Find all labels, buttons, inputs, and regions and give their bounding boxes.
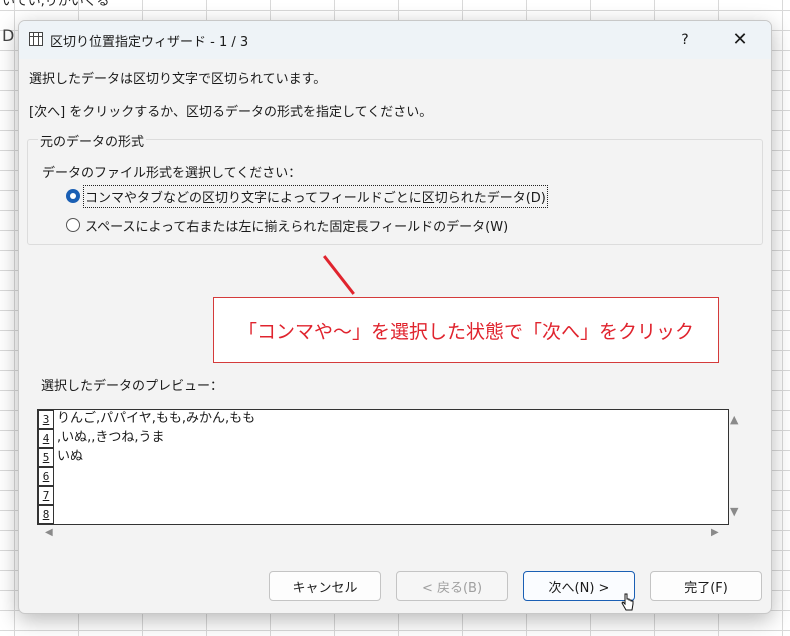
- wizard-app-icon: [29, 32, 43, 46]
- scroll-up-arrow-icon[interactable]: ▲: [730, 413, 738, 426]
- scroll-right-arrow-icon[interactable]: ▶: [711, 527, 719, 538]
- title-bar[interactable]: 区切り位置指定ウィザード - 1 / 3 ? ✕: [19, 21, 771, 59]
- column-header-d[interactable]: D: [2, 26, 14, 45]
- row-text: [54, 486, 57, 505]
- text-to-columns-wizard-dialog: 区切り位置指定ウィザード - 1 / 3 ? ✕ 選択したデータは区切り文字で区…: [18, 20, 772, 614]
- sheet-cell-text: いてい,りかいくる: [2, 0, 110, 9]
- row-text: いぬ: [57, 449, 84, 464]
- preview-label: 選択したデータのプレビュー：: [41, 379, 224, 394]
- cancel-button[interactable]: キャンセル: [269, 571, 381, 601]
- row-number: 7: [38, 486, 54, 505]
- row-text: ,いぬ,,きつね,うま: [57, 430, 165, 445]
- help-button[interactable]: ?: [671, 26, 699, 54]
- row-number: 8: [38, 505, 54, 524]
- callout-pointer-line: [323, 255, 355, 295]
- radio-delimited-label[interactable]: コンマやタブなどの区切り文字によってフィールドごとに区切られたデータ(D): [83, 184, 548, 208]
- preview-row: 7: [38, 486, 57, 505]
- row-number: 5: [38, 448, 54, 467]
- choose-format-label: データのファイル形式を選択してください：: [42, 166, 302, 181]
- row-text: りんご,パパイヤ,もも,みかん,もも: [57, 411, 256, 426]
- annotation-callout: 「コンマや～」を選択した状態で「次へ」をクリック: [213, 297, 719, 363]
- preview-row: 6: [38, 467, 57, 486]
- row-number: 6: [38, 467, 54, 486]
- scroll-left-arrow-icon[interactable]: ◀: [45, 527, 53, 538]
- row-text: [54, 467, 57, 486]
- preview-row: 8: [38, 505, 57, 524]
- scroll-down-arrow-icon[interactable]: ▼: [730, 505, 738, 518]
- row-number: 4: [38, 429, 54, 448]
- row-text: [54, 505, 57, 524]
- intro-text-2: [次へ] をクリックするか、区切るデータの形式を指定してください。: [29, 105, 433, 120]
- preview-row: 5 いぬ: [38, 448, 83, 467]
- row-number: 3: [38, 410, 54, 429]
- preview-row: 4 ,いぬ,,きつね,うま: [38, 429, 165, 448]
- next-button[interactable]: 次へ(N) >: [523, 571, 635, 601]
- callout-text: 「コンマや～」を選択した状態で「次へ」をクリック: [237, 320, 694, 343]
- data-preview-box[interactable]: 3 りんご,パパイヤ,もも,みかん,もも 4 ,いぬ,,きつね,うま 5 いぬ …: [37, 409, 729, 525]
- finish-button[interactable]: 完了(F): [650, 571, 762, 601]
- data-format-group: 元のデータの形式 データのファイル形式を選択してください： コンマやタブなどの区…: [27, 131, 763, 245]
- hand-pointer-icon: [621, 593, 634, 611]
- radio-delimited[interactable]: コンマやタブなどの区切り文字によってフィールドごとに区切られたデータ(D): [66, 184, 548, 208]
- intro-text-1: 選択したデータは区切り文字で区切られています。: [29, 72, 327, 87]
- radio-fixed-width[interactable]: スペースによって右または左に揃えられた固定長フィールドのデータ(W): [66, 215, 508, 235]
- radio-button-checked[interactable]: [66, 189, 80, 203]
- preview-row: 3 りんご,パパイヤ,もも,みかん,もも: [38, 410, 255, 429]
- radio-button-unchecked[interactable]: [66, 218, 80, 232]
- group-label: 元のデータの形式: [38, 131, 147, 150]
- radio-fixed-width-label[interactable]: スペースによって右または左に揃えられた固定長フィールドのデータ(W): [85, 216, 508, 235]
- dialog-title: 区切り位置指定ウィザード - 1 / 3: [50, 35, 249, 50]
- close-button[interactable]: ✕: [725, 26, 755, 54]
- back-button[interactable]: < 戻る(B): [396, 571, 508, 601]
